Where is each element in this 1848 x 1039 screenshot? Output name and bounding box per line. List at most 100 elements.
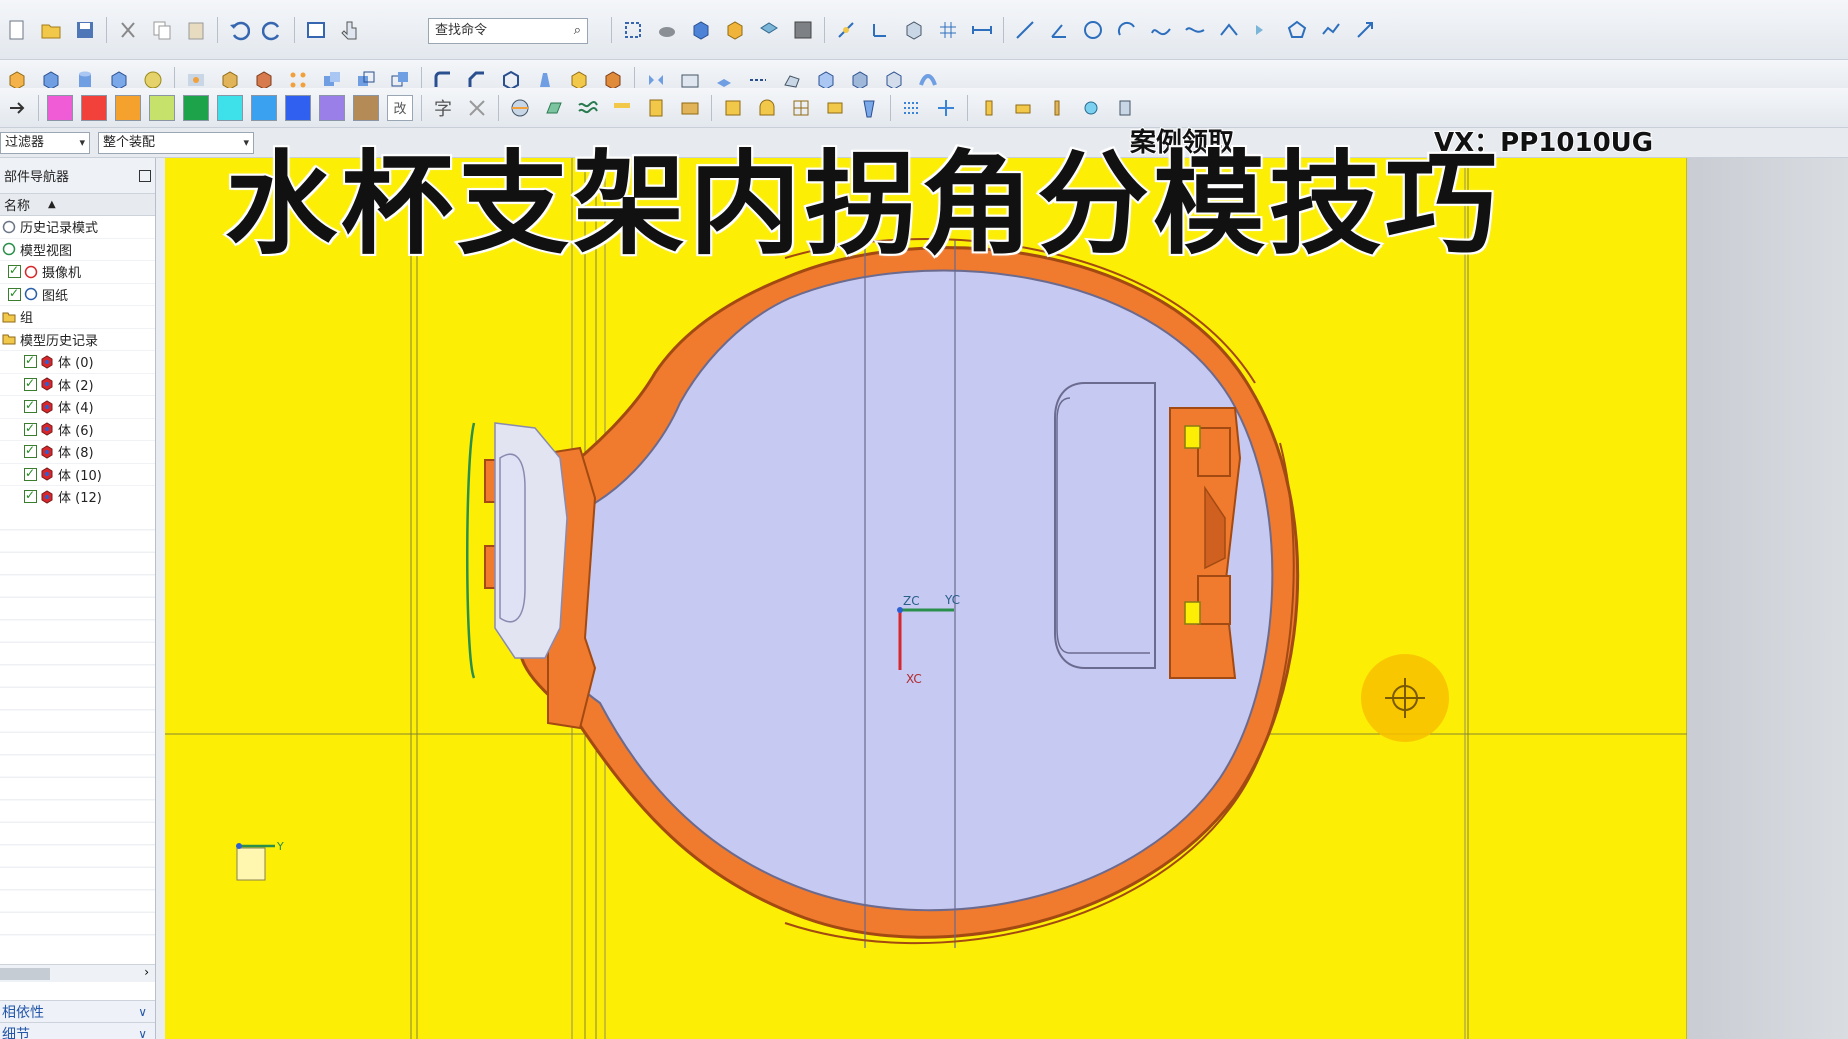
sort-ascending-icon[interactable]: ▲ <box>48 199 56 210</box>
visibility-checkbox[interactable] <box>24 443 37 459</box>
cut-icon[interactable] <box>115 17 141 43</box>
new-file-icon[interactable] <box>4 17 30 43</box>
navigator-tree-item[interactable]: 体 (6) <box>0 419 155 441</box>
navigator-tree-item[interactable]: 体 (8) <box>0 441 155 464</box>
spline-icon[interactable] <box>1148 17 1174 43</box>
visibility-checkbox[interactable] <box>24 421 37 436</box>
measure-icon[interactable] <box>969 17 995 43</box>
layer-icon[interactable] <box>756 17 782 43</box>
redo-icon[interactable] <box>260 17 286 43</box>
navigator-tree-item[interactable]: 体 (10) <box>0 464 155 486</box>
navigator-tree-item[interactable]: 模型历史记录 <box>0 329 155 351</box>
orient-view-icon[interactable] <box>722 17 748 43</box>
mold-layout-icon[interactable] <box>788 95 814 121</box>
color-swatch[interactable] <box>47 94 73 121</box>
navigator-tree-item[interactable]: 体 (12) <box>0 486 155 509</box>
change-color-button[interactable]: 改 <box>387 94 413 121</box>
color-swatch[interactable] <box>183 94 209 121</box>
cooling-icon[interactable] <box>1078 95 1104 121</box>
assembly-icon[interactable] <box>901 17 927 43</box>
snap-point-icon[interactable] <box>833 17 859 43</box>
background-icon[interactable] <box>790 17 816 43</box>
more-curves-icon[interactable] <box>1352 17 1378 43</box>
visibility-checkbox[interactable] <box>8 286 21 301</box>
line-icon[interactable] <box>1012 17 1038 43</box>
chevron-down-icon[interactable]: ∨ <box>138 1027 147 1039</box>
copy-icon[interactable] <box>149 17 175 43</box>
envelope-icon[interactable] <box>677 95 703 121</box>
dependency-panel-header[interactable]: 相依性 ∨ <box>0 1000 155 1022</box>
wcs-icon[interactable] <box>867 17 893 43</box>
origin-icon[interactable] <box>933 95 959 121</box>
search-icon[interactable]: ⌕ <box>574 19 581 43</box>
undo-icon[interactable] <box>226 17 252 43</box>
mold-part-icon[interactable] <box>720 95 746 121</box>
color-swatch[interactable] <box>115 94 141 121</box>
wave-icon[interactable] <box>575 95 601 121</box>
color-swatch[interactable] <box>353 94 379 121</box>
arrow-icon[interactable] <box>4 95 30 121</box>
slider-icon[interactable] <box>1010 95 1036 121</box>
color-swatch[interactable] <box>81 94 107 121</box>
navigator-tree-item[interactable]: 体 (2) <box>0 374 155 396</box>
type-filter-select[interactable]: 过滤器 <box>0 132 90 154</box>
rotate-view-icon[interactable] <box>654 17 680 43</box>
grid-icon[interactable] <box>935 17 961 43</box>
navigator-tree-item[interactable]: 体 (0) <box>0 351 155 374</box>
navigator-tree-item[interactable]: 组 <box>0 306 155 329</box>
project-curve-icon[interactable] <box>1250 17 1276 43</box>
window-icon[interactable] <box>303 17 329 43</box>
visibility-checkbox[interactable] <box>24 466 37 481</box>
color-swatch[interactable] <box>217 94 243 121</box>
navigator-scrollbar[interactable]: › <box>0 964 155 982</box>
fit-view-icon[interactable] <box>620 17 646 43</box>
visibility-checkbox[interactable] <box>24 488 37 504</box>
scrollbar-thumb[interactable] <box>0 968 50 980</box>
mold-core-icon[interactable] <box>822 95 848 121</box>
navigator-column-header[interactable]: 名称 ▲ <box>0 194 155 216</box>
maximize-icon[interactable] <box>139 169 151 182</box>
mold-cavity-icon[interactable] <box>754 95 780 121</box>
section-view-icon[interactable] <box>507 95 533 121</box>
circle-icon[interactable] <box>1080 17 1106 43</box>
text-icon[interactable]: 字 <box>430 95 456 121</box>
graphics-viewport[interactable]: ZC YC XC Y <box>165 158 1687 1039</box>
navigator-tree-item[interactable]: 图纸 <box>0 284 155 306</box>
open-folder-icon[interactable] <box>38 17 64 43</box>
visibility-checkbox[interactable] <box>24 376 37 391</box>
color-swatch[interactable] <box>251 94 277 121</box>
gate-icon[interactable] <box>1112 95 1138 121</box>
visibility-checkbox[interactable] <box>8 263 21 279</box>
navigator-tree-item[interactable]: 历史记录模式 <box>0 216 155 239</box>
polygon-icon[interactable] <box>1284 17 1310 43</box>
symbol-icon[interactable] <box>609 95 635 121</box>
clear-icon[interactable] <box>464 95 490 121</box>
offset-curve-icon[interactable] <box>1216 17 1242 43</box>
lifter-icon[interactable] <box>1044 95 1070 121</box>
visibility-checkbox[interactable] <box>24 353 37 369</box>
color-swatch[interactable] <box>319 94 345 121</box>
chevron-down-icon[interactable]: ∨ <box>138 1005 147 1019</box>
navigator-tree-item[interactable]: 模型视图 <box>0 239 155 261</box>
navigator-tree-item[interactable]: 摄像机 <box>0 261 155 284</box>
touch-mode-icon[interactable] <box>337 17 363 43</box>
scroll-right-icon[interactable]: › <box>144 965 149 979</box>
note-icon[interactable] <box>643 95 669 121</box>
save-icon[interactable] <box>72 17 98 43</box>
shaded-view-icon[interactable] <box>688 17 714 43</box>
array-icon[interactable] <box>899 95 925 121</box>
point-set-icon[interactable] <box>1318 17 1344 43</box>
ejector-icon[interactable] <box>976 95 1002 121</box>
navigator-tree-item[interactable]: 体 (4) <box>0 396 155 419</box>
color-swatch[interactable] <box>285 94 311 121</box>
color-swatch[interactable] <box>149 94 175 121</box>
datum-plane-icon[interactable] <box>541 95 567 121</box>
visibility-checkbox[interactable] <box>24 398 37 414</box>
curve-icon[interactable] <box>1182 17 1208 43</box>
command-search-input[interactable]: 查找命令 ⌕ <box>428 18 588 44</box>
arc-icon[interactable] <box>1114 17 1140 43</box>
detail-panel-header[interactable]: 细节 ∨ <box>0 1022 155 1039</box>
angle-line-icon[interactable] <box>1046 17 1072 43</box>
paste-icon[interactable] <box>183 17 209 43</box>
mold-insert-icon[interactable] <box>856 95 882 121</box>
